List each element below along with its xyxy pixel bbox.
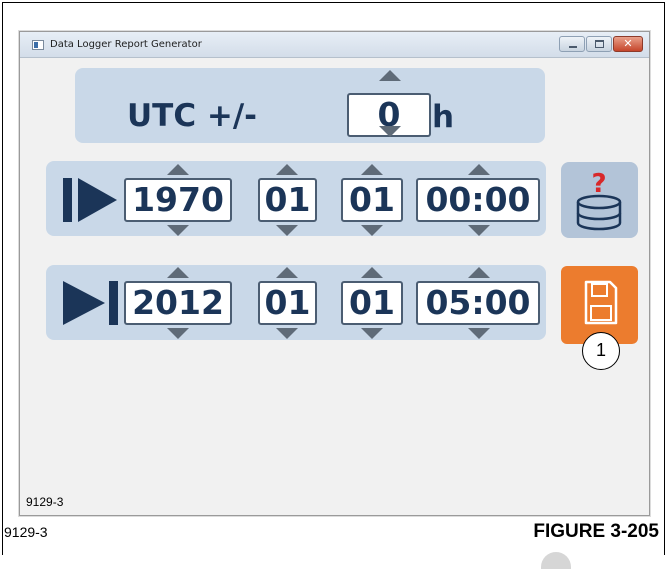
skip-to-end-icon xyxy=(63,281,118,325)
start-month-field[interactable]: 01 xyxy=(258,178,317,222)
window-title: Data Logger Report Generator xyxy=(50,39,202,50)
start-year-field[interactable]: 1970 xyxy=(124,178,232,222)
start-time-field[interactable]: 00:00 xyxy=(416,178,540,222)
database-query-button[interactable]: ? xyxy=(561,162,638,238)
start-day-increment-arrow[interactable] xyxy=(361,164,383,175)
minimize-icon xyxy=(569,46,577,48)
window-corner-code: 9129-3 xyxy=(26,495,64,509)
maximize-button[interactable] xyxy=(586,36,612,52)
callout-marker: 1 xyxy=(582,332,620,370)
database-question-icon: ? xyxy=(576,169,622,231)
close-icon: ✕ xyxy=(623,37,633,50)
minimize-button[interactable] xyxy=(559,36,585,52)
start-day-field[interactable]: 01 xyxy=(341,178,403,222)
end-year-increment-arrow[interactable] xyxy=(167,267,189,278)
play-start-icon xyxy=(63,178,117,222)
end-month-increment-arrow[interactable] xyxy=(276,267,298,278)
utc-unit-label: h xyxy=(432,99,455,135)
close-button[interactable]: ✕ xyxy=(613,36,643,52)
figure-label: FIGURE 3-205 xyxy=(533,521,659,542)
app-icon xyxy=(32,40,44,50)
end-time-increment-arrow[interactable] xyxy=(468,267,490,278)
end-time-decrement-arrow[interactable] xyxy=(468,328,490,339)
figure-code: 9129-3 xyxy=(4,524,48,540)
maximize-icon xyxy=(595,40,604,48)
start-month-decrement-arrow[interactable] xyxy=(276,225,298,236)
start-month-increment-arrow[interactable] xyxy=(276,164,298,175)
start-year-increment-arrow[interactable] xyxy=(167,164,189,175)
utc-label: UTC +/- xyxy=(127,98,258,134)
start-year-decrement-arrow[interactable] xyxy=(167,225,189,236)
end-day-decrement-arrow[interactable] xyxy=(361,328,383,339)
question-mark-badge: ? xyxy=(591,169,606,199)
start-time-decrement-arrow[interactable] xyxy=(468,225,490,236)
start-day-decrement-arrow[interactable] xyxy=(361,225,383,236)
end-day-increment-arrow[interactable] xyxy=(361,267,383,278)
end-time-field[interactable]: 05:00 xyxy=(416,281,540,325)
window-controls: ✕ xyxy=(559,36,643,52)
end-month-decrement-arrow[interactable] xyxy=(276,328,298,339)
title-bar[interactable]: Data Logger Report Generator ✕ xyxy=(20,32,649,58)
end-year-decrement-arrow[interactable] xyxy=(167,328,189,339)
end-day-field[interactable]: 01 xyxy=(341,281,403,325)
end-year-field[interactable]: 2012 xyxy=(124,281,232,325)
end-month-field[interactable]: 01 xyxy=(258,281,317,325)
utc-offset-increment-arrow[interactable] xyxy=(379,70,401,81)
start-time-increment-arrow[interactable] xyxy=(468,164,490,175)
utc-offset-decrement-arrow[interactable] xyxy=(379,126,401,137)
